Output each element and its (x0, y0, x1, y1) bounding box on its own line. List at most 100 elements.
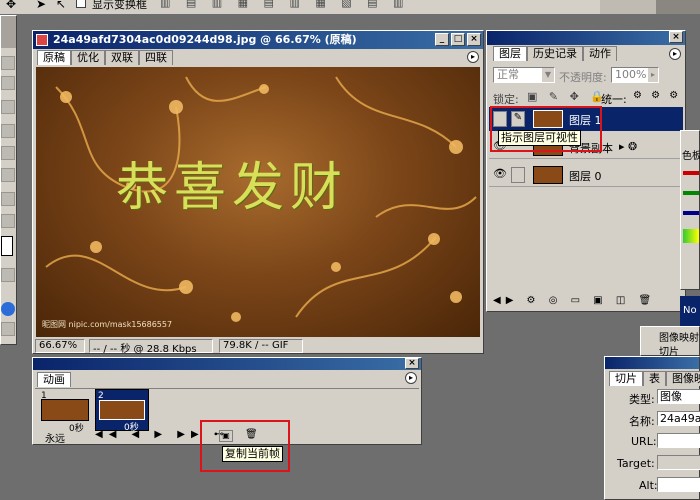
pointer-tool-icon[interactable]: ↖ (56, 0, 66, 11)
screen-mode-button[interactable] (1, 268, 15, 282)
tab-original[interactable]: 原稿 (37, 50, 71, 65)
lock-icons[interactable]: ▣ ✎ ✥ 🔒 (527, 90, 608, 103)
layers-tabs: 图层 历史记录 动作 (493, 46, 617, 61)
unify-label: 统一: (601, 93, 627, 106)
zoom-tool-button[interactable] (1, 214, 15, 228)
color-bar-green (683, 191, 699, 195)
layers-menu-icon[interactable]: ▸ (669, 48, 681, 60)
toolbox (0, 15, 17, 345)
chevron-down-icon: ▼ (542, 68, 554, 82)
arrow-tool-icon[interactable]: ➤ (36, 0, 46, 11)
move-tool-icon[interactable]: ✥ (6, 0, 16, 11)
frame-thumbnail (99, 400, 145, 420)
color-ramp[interactable] (683, 229, 699, 243)
tab-optimized[interactable]: 优化 (71, 50, 105, 65)
tab-history[interactable]: 历史记录 (527, 46, 583, 61)
layer-row-3[interactable]: 👁 图层 0 (489, 163, 683, 187)
alt-field[interactable] (657, 477, 700, 492)
color-tab-label[interactable]: 色板 (682, 147, 700, 162)
type-select[interactable]: 图像 (657, 389, 700, 404)
imageready-icon[interactable] (1, 302, 15, 316)
target-field[interactable] (657, 455, 700, 470)
effects-icon[interactable]: ▸ ❂ (619, 140, 637, 153)
eyedropper-tool-button[interactable] (1, 192, 15, 206)
animation-menu-icon[interactable]: ▸ (405, 372, 417, 384)
opacity-field[interactable]: 100% ▸ (611, 67, 659, 83)
swatch-box[interactable] (1, 236, 13, 256)
layers-action-icons[interactable]: ◀▶ ⚙ ◎ ▭ ▣ ◫ 🗑 (493, 295, 656, 306)
tab-4up[interactable]: 四联 (139, 50, 173, 65)
document-title: 24a49afd7304ac0d09244d98.jpg @ 66.67% (原… (53, 33, 357, 46)
slice-panel: 切片 表 图像映射 类型: 图像 名称: 24a49afd URL: Targe… (604, 356, 700, 500)
tab-actions[interactable]: 动作 (583, 46, 617, 61)
layer-name: 图层 0 (569, 170, 602, 183)
link-box[interactable] (511, 167, 525, 183)
url-label: URL: (631, 435, 657, 448)
type-label: 类型: (629, 393, 655, 406)
options-bar-right-dark (656, 0, 700, 14)
loop-select[interactable]: 永远 (45, 430, 65, 445)
lasso-tool-button[interactable] (1, 76, 15, 90)
alt-label: Alt: (639, 479, 658, 492)
eye-icon[interactable]: 👁 (493, 167, 507, 183)
move-tool-button[interactable] (1, 56, 15, 70)
tab-animation[interactable]: 动画 (37, 372, 71, 387)
document-tabs: 原稿 优化 双联 四联 (37, 50, 173, 66)
image-map-stub: 图像映射 切片 (640, 326, 700, 358)
tab-layers[interactable]: 图层 (493, 46, 527, 61)
document-menu-icon[interactable]: ▸ (467, 51, 479, 63)
maximize-button[interactable]: □ (451, 33, 465, 46)
tab-slice[interactable]: 切片 (609, 371, 643, 386)
opacity-value: 100% (615, 68, 647, 81)
shape-tool-button[interactable] (1, 168, 15, 182)
frame-1[interactable]: 1 0秒 (39, 391, 93, 434)
target-label: Target: (617, 457, 655, 470)
download-speed[interactable]: -- / -- 秒 @ 28.8 Kbps (89, 339, 213, 355)
color-panel-stub: 色板 (680, 130, 700, 290)
url-field[interactable] (657, 433, 700, 448)
watermark-text: 昵图网 nipic.com/mask15686557 (42, 320, 173, 329)
name-value: 24a49afd (660, 412, 700, 425)
visibility-tooltip: 指示图层可视性 (498, 130, 581, 146)
image-map-label[interactable]: 图像映射 (659, 329, 699, 344)
show-transform-label: 显示变换框 (92, 0, 147, 11)
frame-thumbnail (41, 399, 89, 421)
animation-titlebar[interactable]: × (33, 358, 421, 370)
layers-close-button[interactable]: × (669, 31, 683, 43)
opacity-arrow-icon: ▸ (648, 68, 658, 82)
lock-label: 锁定: (493, 93, 519, 106)
tab-image-map[interactable]: 图像映射 (666, 371, 700, 386)
animation-tabs: 动画 (37, 372, 71, 387)
unify-icons[interactable]: ⚙ ⚙ ⚙ (633, 90, 681, 101)
layers-titlebar[interactable]: × (487, 31, 685, 45)
preview-button[interactable] (1, 322, 15, 336)
slice-titlebar[interactable] (605, 357, 699, 369)
slice-tabs: 切片 表 图像映射 (609, 371, 700, 386)
show-transform-checkbox[interactable] (76, 0, 86, 8)
align-buttons[interactable]: ▥ ▤ ▥ ▦ ▤ ▥ ▦ ▧ ▤ ▥ (160, 0, 409, 9)
blend-mode-select[interactable]: 正常 ▼ (493, 67, 555, 83)
animation-close-button[interactable]: × (405, 358, 419, 369)
close-button[interactable]: × (467, 33, 481, 46)
no-label: No (683, 305, 697, 316)
hand-tool-button[interactable] (1, 100, 15, 114)
frame-2[interactable]: 2 0秒 (95, 389, 149, 433)
eraser-tool-button[interactable] (1, 146, 15, 160)
tab-table[interactable]: 表 (643, 371, 666, 386)
document-window: 24a49afd7304ac0d09244d98.jpg @ 66.67% (原… (32, 30, 484, 355)
name-field[interactable]: 24a49afd (657, 411, 700, 426)
canvas-image[interactable]: 恭喜发财 昵图网 nipic.com/mask15686557 (36, 67, 480, 337)
document-app-icon (36, 34, 48, 46)
type-value: 图像 (660, 390, 682, 403)
toolbox-header (1, 16, 16, 48)
color-bar-blue (683, 211, 699, 215)
minimize-button[interactable]: _ (435, 33, 449, 46)
file-size[interactable]: 79.8K / -- GIF (219, 339, 303, 353)
brush-tool-button[interactable] (1, 124, 15, 138)
options-bar: ✥ ➤ ↖ 显示变换框 ▥ ▤ ▥ ▦ ▤ ▥ ▦ ▧ ▤ ▥ (0, 0, 700, 14)
tab-2up[interactable]: 双联 (105, 50, 139, 65)
zoom-readout[interactable]: 66.67% (35, 339, 85, 353)
blend-mode-value: 正常 (497, 68, 519, 81)
layers-panel: × 图层 历史记录 动作 ▸ 正常 ▼ 不透明度: 100% ▸ 锁定: ▣ ✎… (486, 30, 686, 312)
document-titlebar[interactable]: 24a49afd7304ac0d09244d98.jpg @ 66.67% (原… (33, 31, 483, 49)
